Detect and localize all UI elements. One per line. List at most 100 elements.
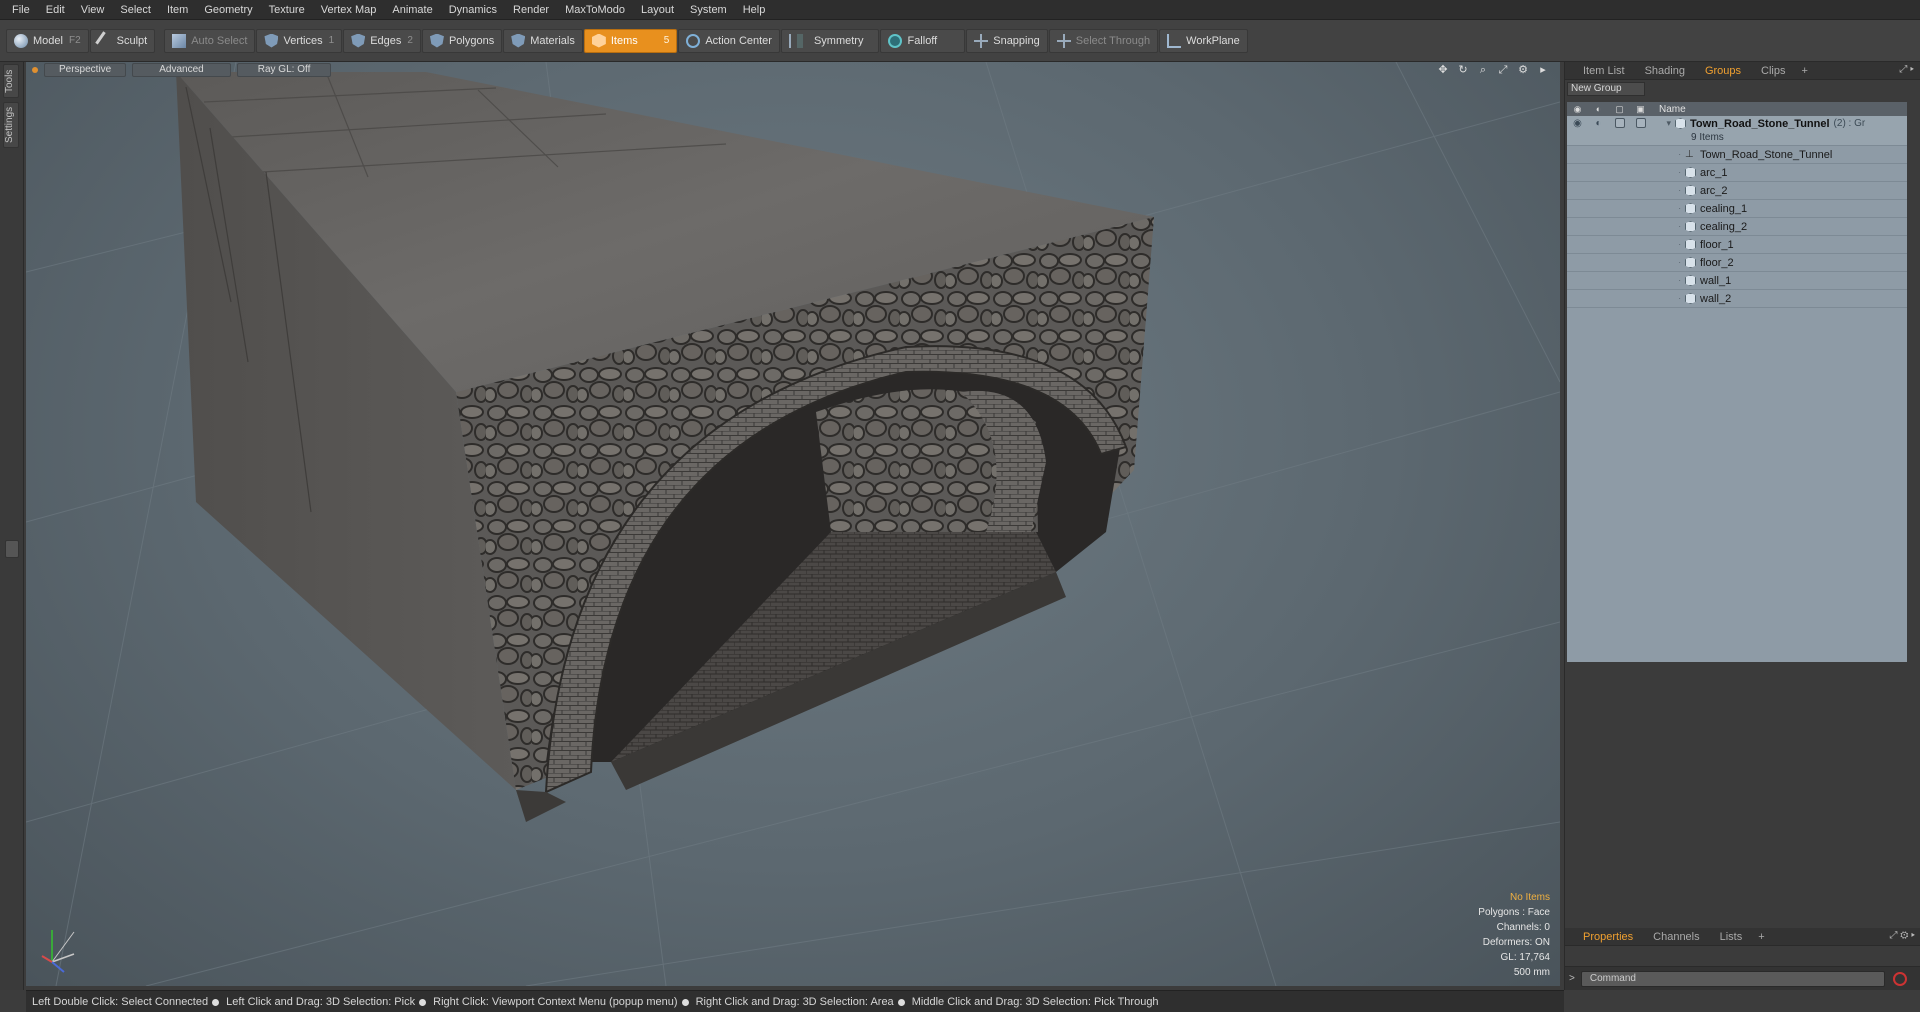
zoom-icon[interactable]: ⌕ [1476, 64, 1490, 76]
auto-select-button[interactable]: Auto Select [164, 28, 256, 53]
status-hint: Right Click: Viewport Context Menu (popu… [433, 996, 678, 1008]
snapping-icon [974, 33, 989, 48]
sculpt-button[interactable]: Sculpt [89, 28, 156, 53]
rotate-icon[interactable]: ↻ [1456, 64, 1470, 76]
materials-button[interactable]: Materials [503, 28, 583, 53]
polygons-button[interactable]: Polygons [421, 28, 503, 53]
tab-groups[interactable]: Groups [1695, 62, 1751, 80]
action-center-icon [686, 33, 701, 48]
axis-gizmo [41, 930, 75, 973]
vertices-button[interactable]: Vertices 1 [256, 28, 343, 53]
gl-info: GL: 17,764 [1500, 952, 1550, 963]
snapping-button[interactable]: Snapping [966, 28, 1048, 53]
menu-render[interactable]: Render [505, 0, 557, 20]
menu-help[interactable]: Help [735, 0, 774, 20]
group-row[interactable]: ◉ ◐ ▾ Town_Road_Stone_Tunnel (2) : Gr 9 … [1567, 116, 1907, 146]
polygons-info: Polygons : Face [1478, 907, 1550, 918]
tree-row[interactable]: · floor_2 [1567, 254, 1907, 272]
menu-texture[interactable]: Texture [261, 0, 313, 20]
tree-row[interactable]: · wall_1 [1567, 272, 1907, 290]
mesh-icon [1685, 185, 1696, 196]
menu-edit[interactable]: Edit [38, 0, 73, 20]
maximize-icon[interactable]: ⤢ [1496, 64, 1510, 76]
new-group-button[interactable]: New Group [1567, 82, 1645, 96]
eye-icon[interactable]: ◉ [1567, 118, 1588, 129]
lock-checkbox[interactable] [1609, 118, 1630, 128]
panel-expand-icon[interactable]: ⤢ ▸ [1899, 64, 1914, 75]
menu-layout[interactable]: Layout [633, 0, 682, 20]
separator-dot [212, 998, 220, 1006]
menu-dynamics[interactable]: Dynamics [441, 0, 505, 20]
app-window: File Edit View Select Item Geometry Text… [0, 0, 1920, 1012]
command-history-icon[interactable]: > [1569, 973, 1575, 984]
vertices-icon [264, 33, 279, 48]
symmetry-button[interactable]: Symmetry [780, 28, 880, 53]
tree-indent: · [1678, 204, 1681, 213]
tab-item-list[interactable]: Item List [1573, 62, 1635, 80]
raygl-button[interactable]: Ray GL: Off [236, 63, 332, 77]
settings-tab[interactable]: Settings [3, 102, 19, 148]
tab-clips[interactable]: Clips [1751, 62, 1795, 80]
menu-vertex-map[interactable]: Vertex Map [313, 0, 385, 20]
status-hint: Left Click and Drag: 3D Selection: Pick [226, 996, 416, 1008]
model-button[interactable]: Model F2 [6, 28, 89, 53]
render-col-icon[interactable]: ◐ [1588, 104, 1609, 114]
tree-row[interactable]: · cealing_1 [1567, 200, 1907, 218]
item-label: arc_1 [1700, 166, 1728, 179]
tab-shading[interactable]: Shading [1635, 62, 1695, 80]
item-label: wall_2 [1700, 292, 1732, 305]
menu-select[interactable]: Select [112, 0, 159, 20]
name-column-header[interactable]: Name [1651, 104, 1686, 115]
items-button[interactable]: Items 5 [583, 28, 678, 53]
viewport-menu-icon[interactable] [32, 67, 38, 73]
advanced-button[interactable]: Advanced [132, 63, 231, 77]
collapse-icon[interactable]: ▾ [1651, 118, 1675, 129]
action-center-button[interactable]: Action Center [678, 28, 780, 53]
items-icon [591, 33, 606, 48]
menu-system[interactable]: System [682, 0, 735, 20]
select-checkbox[interactable] [1630, 118, 1651, 128]
tree-row[interactable]: · ⊥ Town_Road_Stone_Tunnel [1567, 146, 1907, 164]
tree-row[interactable]: · arc_1 [1567, 164, 1907, 182]
tools-tab[interactable]: Tools [3, 64, 19, 98]
tree-row[interactable]: · wall_2 [1567, 290, 1907, 308]
workplane-button[interactable]: WorkPlane [1159, 28, 1248, 53]
tab-lists[interactable]: Lists [1710, 928, 1753, 946]
edges-button[interactable]: Edges 2 [343, 28, 421, 53]
tree-row[interactable]: · floor_1 [1567, 236, 1907, 254]
pan-icon[interactable]: ✥ [1436, 64, 1450, 76]
add-tab-icon[interactable]: + [1795, 65, 1813, 77]
3d-viewport[interactable]: Perspective Advanced Ray GL: Off ✥ ↻ ⌕ ⤢… [26, 62, 1560, 986]
item-label: Town_Road_Stone_Tunnel [1700, 148, 1833, 161]
menu-item[interactable]: Item [159, 0, 196, 20]
tab-properties[interactable]: Properties [1573, 928, 1643, 946]
locator-icon: ⊥ [1685, 149, 1694, 160]
menu-geometry[interactable]: Geometry [196, 0, 260, 20]
item-label: wall_1 [1700, 274, 1732, 287]
select-through-button[interactable]: Select Through [1048, 28, 1159, 53]
tree-row[interactable]: · cealing_2 [1567, 218, 1907, 236]
menu-file[interactable]: File [4, 0, 38, 20]
tab-channels[interactable]: Channels [1643, 928, 1709, 946]
menu-view[interactable]: View [73, 0, 113, 20]
falloff-button[interactable]: Falloff [880, 28, 966, 53]
lock-col-icon[interactable]: ▢ [1609, 104, 1630, 115]
visibility-col-icon[interactable]: ◉ [1567, 104, 1588, 115]
tree-indent: · [1678, 276, 1681, 285]
play-icon[interactable]: ▸ [1536, 64, 1550, 76]
select-col-icon[interactable]: ▣ [1630, 104, 1651, 115]
groups-tree: ◉ ◐ ▢ ▣ Name ◉ ◐ ▾ Town_Road_Stone_Tunne… [1567, 102, 1907, 662]
tree-row[interactable]: · arc_2 [1567, 182, 1907, 200]
add-tab-icon[interactable]: + [1752, 931, 1770, 943]
menu-maxtomodo[interactable]: MaxToModo [557, 0, 633, 20]
perspective-button[interactable]: Perspective [44, 63, 127, 77]
collapse-handle[interactable] [5, 540, 19, 558]
status-bar: Left Double Click: Select Connected Left… [26, 990, 1564, 1012]
render-icon[interactable]: ◐ [1588, 118, 1609, 129]
gear-icon[interactable]: ⚙ [1516, 64, 1530, 76]
properties-options-icon[interactable]: ⤢ ⚙ ▸ [1889, 930, 1915, 941]
menu-animate[interactable]: Animate [384, 0, 440, 20]
command-input[interactable]: Command [1580, 970, 1885, 987]
record-icon[interactable] [1892, 971, 1907, 986]
mesh-icon [1685, 275, 1696, 286]
